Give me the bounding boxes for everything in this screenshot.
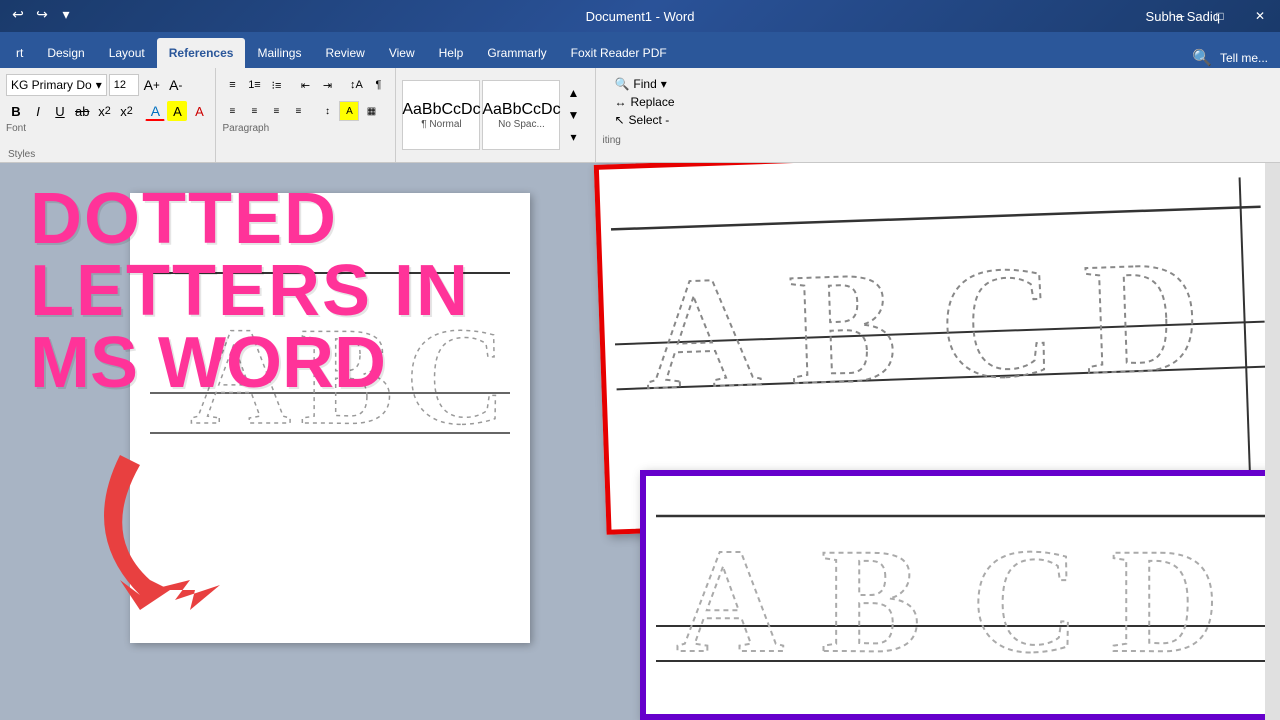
- minimize-button[interactable]: ─: [1160, 0, 1200, 32]
- svg-text:B: B: [821, 518, 921, 684]
- align-center-button[interactable]: ≡: [244, 101, 264, 121]
- increase-font-btn[interactable]: A+: [141, 74, 163, 96]
- ribbon-tab-bar: rt Design Layout References Mailings Rev…: [0, 32, 1280, 68]
- underline-button[interactable]: U: [50, 101, 70, 121]
- ribbon-content: KG Primary Do ▾ 12 A+ A- B I U ab x2 x2 …: [0, 68, 1280, 163]
- tutorial-title: DOTTED LETTERS IN MS WORD: [30, 183, 470, 399]
- font-color-a-button[interactable]: A: [145, 101, 165, 121]
- close-button[interactable]: ✕: [1240, 0, 1280, 32]
- document-preview: DOTTED LETTERS IN MS WORD A: [0, 163, 620, 720]
- tab-foxit[interactable]: Foxit Reader PDF: [559, 38, 679, 68]
- tab-help[interactable]: Help: [427, 38, 476, 68]
- show-paragraph-button[interactable]: ¶: [368, 75, 388, 95]
- tell-me-label[interactable]: Tell me...: [1220, 51, 1268, 65]
- red-worksheet-letters: A B C D: [620, 167, 1271, 519]
- subscript-button[interactable]: x2: [94, 101, 114, 121]
- decrease-indent-button[interactable]: ⇤: [295, 75, 315, 95]
- title-bar: ↩ ↪ ▾ Document1 - Word Subha Sadiq ─ □ ✕: [0, 0, 1280, 32]
- align-right-button[interactable]: ≡: [266, 101, 286, 121]
- paragraph-group: ≡ 1≡ ⁝≡ ⇤ ⇥ ↕A ¶ ≡ ≡ ≡ ≡ ↕ A ▦ Paragraph: [216, 68, 396, 162]
- style-nospace-card[interactable]: AaBbCcDc No Spac...: [482, 80, 560, 150]
- replace-button[interactable]: ↔ Replace: [610, 93, 678, 111]
- sort-button[interactable]: ↕A: [346, 75, 366, 95]
- svg-text:D: D: [1081, 226, 1203, 408]
- undo-icon[interactable]: ↩: [8, 4, 28, 24]
- border-button[interactable]: ▦: [361, 101, 381, 121]
- tutorial-line1: DOTTED: [30, 183, 470, 255]
- svg-text:C: C: [971, 518, 1079, 684]
- tab-mailings[interactable]: Mailings: [245, 38, 313, 68]
- superscript-button[interactable]: x2: [116, 101, 136, 121]
- svg-text:B: B: [786, 237, 899, 419]
- editing-group-label: iting: [602, 135, 686, 146]
- shading-button[interactable]: A: [339, 101, 359, 121]
- bullets-button[interactable]: ≡: [222, 75, 242, 95]
- svg-text:C: C: [936, 231, 1058, 413]
- font-size-box[interactable]: 12: [109, 74, 139, 96]
- decrease-font-btn[interactable]: A-: [165, 74, 187, 96]
- styles-expand[interactable]: ▾: [562, 126, 584, 148]
- style-normal-card[interactable]: AaBbCcDc ¶ Normal: [402, 80, 480, 150]
- tab-file[interactable]: rt: [4, 38, 35, 68]
- main-content: DOTTED LETTERS IN MS WORD A: [0, 163, 1280, 720]
- styles-scroll-down[interactable]: ▼: [562, 104, 584, 126]
- styles-group: AaBbCcDc ¶ Normal AaBbCcDc No Spac... ▲ …: [396, 68, 596, 162]
- font-color-button[interactable]: A: [189, 101, 209, 121]
- italic-button[interactable]: I: [28, 101, 48, 121]
- redo-icon[interactable]: ↪: [32, 4, 52, 24]
- quick-access-more-icon[interactable]: ▾: [56, 4, 76, 24]
- binoculars-icon: 🔍: [614, 77, 629, 91]
- svg-text:A: A: [676, 518, 784, 684]
- bold-button[interactable]: B: [6, 101, 26, 121]
- search-icon[interactable]: 🔍: [1192, 48, 1212, 68]
- tab-view[interactable]: View: [377, 38, 427, 68]
- maximize-button[interactable]: □: [1200, 0, 1240, 32]
- window-controls[interactable]: ─ □ ✕: [1160, 0, 1280, 32]
- tab-layout[interactable]: Layout: [97, 38, 157, 68]
- tutorial-line3: MS WORD: [30, 327, 470, 399]
- editing-group: 🔍 Find ▾ ↔ Replace ↖ Select - iting: [596, 68, 692, 162]
- styles-group-label: Styles: [8, 149, 35, 160]
- styles-scroll-up[interactable]: ▲: [562, 82, 584, 104]
- svg-text:A: A: [642, 241, 764, 423]
- worksheet-purple: A B C D: [640, 470, 1280, 720]
- select-button[interactable]: ↖ Select -: [610, 111, 678, 129]
- tutorial-line2: LETTERS IN: [30, 255, 470, 327]
- tab-grammarly[interactable]: Grammarly: [475, 38, 558, 68]
- strikethrough-button[interactable]: ab: [72, 101, 92, 121]
- replace-icon: ↔: [614, 95, 626, 109]
- font-group-label: Font: [6, 123, 209, 134]
- cursor-icon: ↖: [614, 113, 624, 127]
- scrollbar[interactable]: [1265, 163, 1280, 720]
- line-spacing-button[interactable]: ↕: [317, 101, 337, 121]
- purple-worksheet-letters: A B C D: [666, 486, 1280, 706]
- font-name-box[interactable]: KG Primary Do ▾: [6, 74, 107, 96]
- justify-button[interactable]: ≡: [288, 101, 308, 121]
- find-replace-section: 🔍 Find ▾ ↔ Replace ↖ Select -: [602, 71, 686, 133]
- arrow-svg: [60, 435, 260, 635]
- paragraph-group-label: Paragraph: [222, 123, 389, 134]
- align-left-button[interactable]: ≡: [222, 101, 242, 121]
- tab-references[interactable]: References: [157, 38, 246, 68]
- multilevel-button[interactable]: ⁝≡: [266, 75, 286, 95]
- increase-indent-button[interactable]: ⇥: [317, 75, 337, 95]
- tab-review[interactable]: Review: [313, 38, 376, 68]
- font-group: KG Primary Do ▾ 12 A+ A- B I U ab x2 x2 …: [0, 68, 216, 162]
- arrow-pointer: [60, 435, 260, 640]
- quick-access-toolbar[interactable]: ↩ ↪ ▾: [8, 4, 76, 24]
- numbering-button[interactable]: 1≡: [244, 75, 264, 95]
- tab-design[interactable]: Design: [35, 38, 96, 68]
- svg-text:D: D: [1111, 518, 1219, 684]
- right-panel: A B C D A B C D: [620, 163, 1280, 720]
- highlight-button[interactable]: A: [167, 101, 187, 121]
- find-button[interactable]: 🔍 Find ▾: [610, 75, 678, 93]
- window-title: Document1 - Word: [586, 9, 695, 24]
